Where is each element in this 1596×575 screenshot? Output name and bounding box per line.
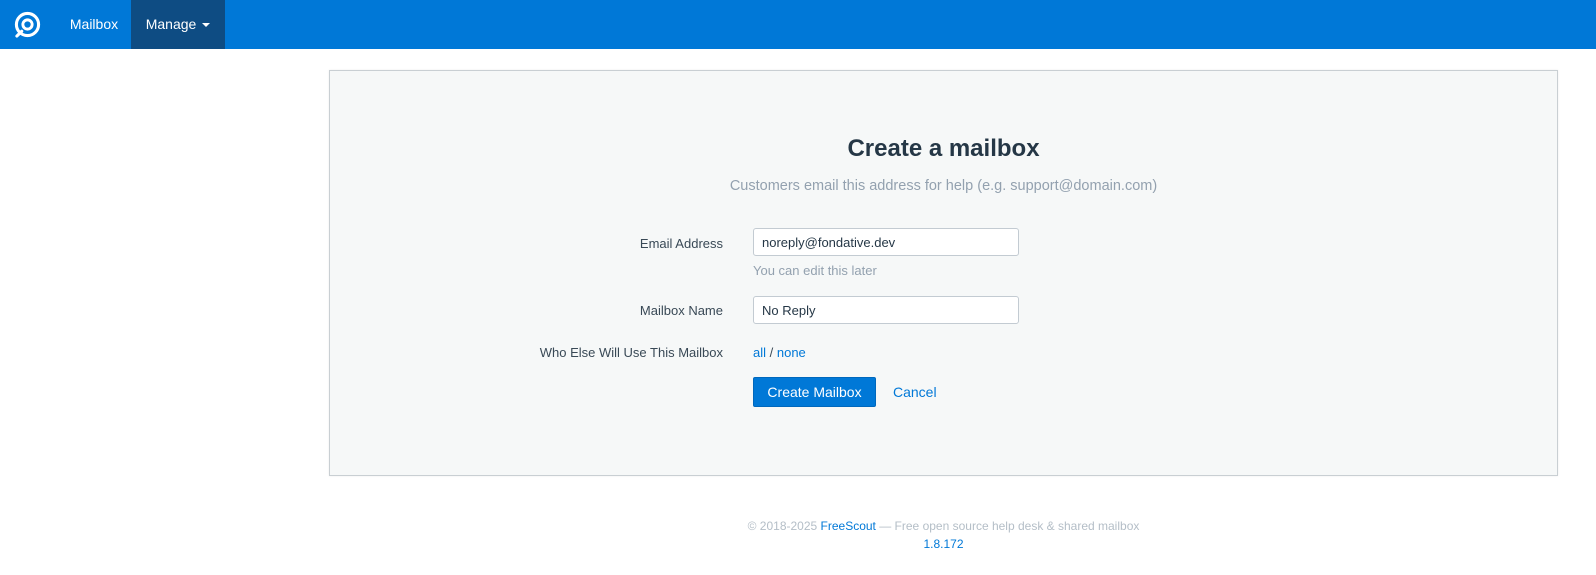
mailbox-name-label: Mailbox Name <box>639 303 723 318</box>
footer: © 2018-2025 FreeScout — Free open source… <box>329 519 1558 533</box>
create-mailbox-panel: Create a mailbox Customers email this ad… <box>329 70 1558 476</box>
version-link[interactable]: 1.8.172 <box>923 537 963 551</box>
create-mailbox-button[interactable]: Create Mailbox <box>753 377 876 407</box>
who-separator: / <box>766 345 777 360</box>
email-address-label: Email Address <box>639 236 723 251</box>
page-title: Create a mailbox <box>847 135 1040 162</box>
top-navbar: Mailbox Manage <box>0 0 1596 49</box>
who-else-label: Who Else Will Use This Mailbox <box>539 345 723 360</box>
footer-tagline: — Free open source help desk & shared ma… <box>875 519 1140 533</box>
page-subtitle: Customers email this address for help (e… <box>729 178 1158 194</box>
select-none-link[interactable]: none <box>777 345 806 360</box>
select-all-link[interactable]: all <box>753 345 766 360</box>
nav-mailbox[interactable]: Mailbox <box>57 0 131 49</box>
nav-manage-label: Manage <box>145 16 197 32</box>
email-address-input[interactable] <box>753 228 1019 256</box>
footer-copyright: © 2018-2025 <box>747 519 821 533</box>
who-else-links: all / none <box>753 345 806 360</box>
nav-manage-dropdown[interactable]: Manage <box>131 0 225 49</box>
mailbox-name-input[interactable] <box>753 296 1019 324</box>
cancel-link[interactable]: Cancel <box>893 384 937 400</box>
nav-mailbox-label: Mailbox <box>69 16 119 32</box>
caret-down-icon <box>202 23 211 28</box>
freescout-link[interactable]: FreeScout <box>821 519 876 533</box>
freescout-logo-icon[interactable] <box>14 11 41 38</box>
version-row: 1.8.172 <box>329 537 1558 551</box>
email-help-text: You can edit this later <box>753 263 877 278</box>
